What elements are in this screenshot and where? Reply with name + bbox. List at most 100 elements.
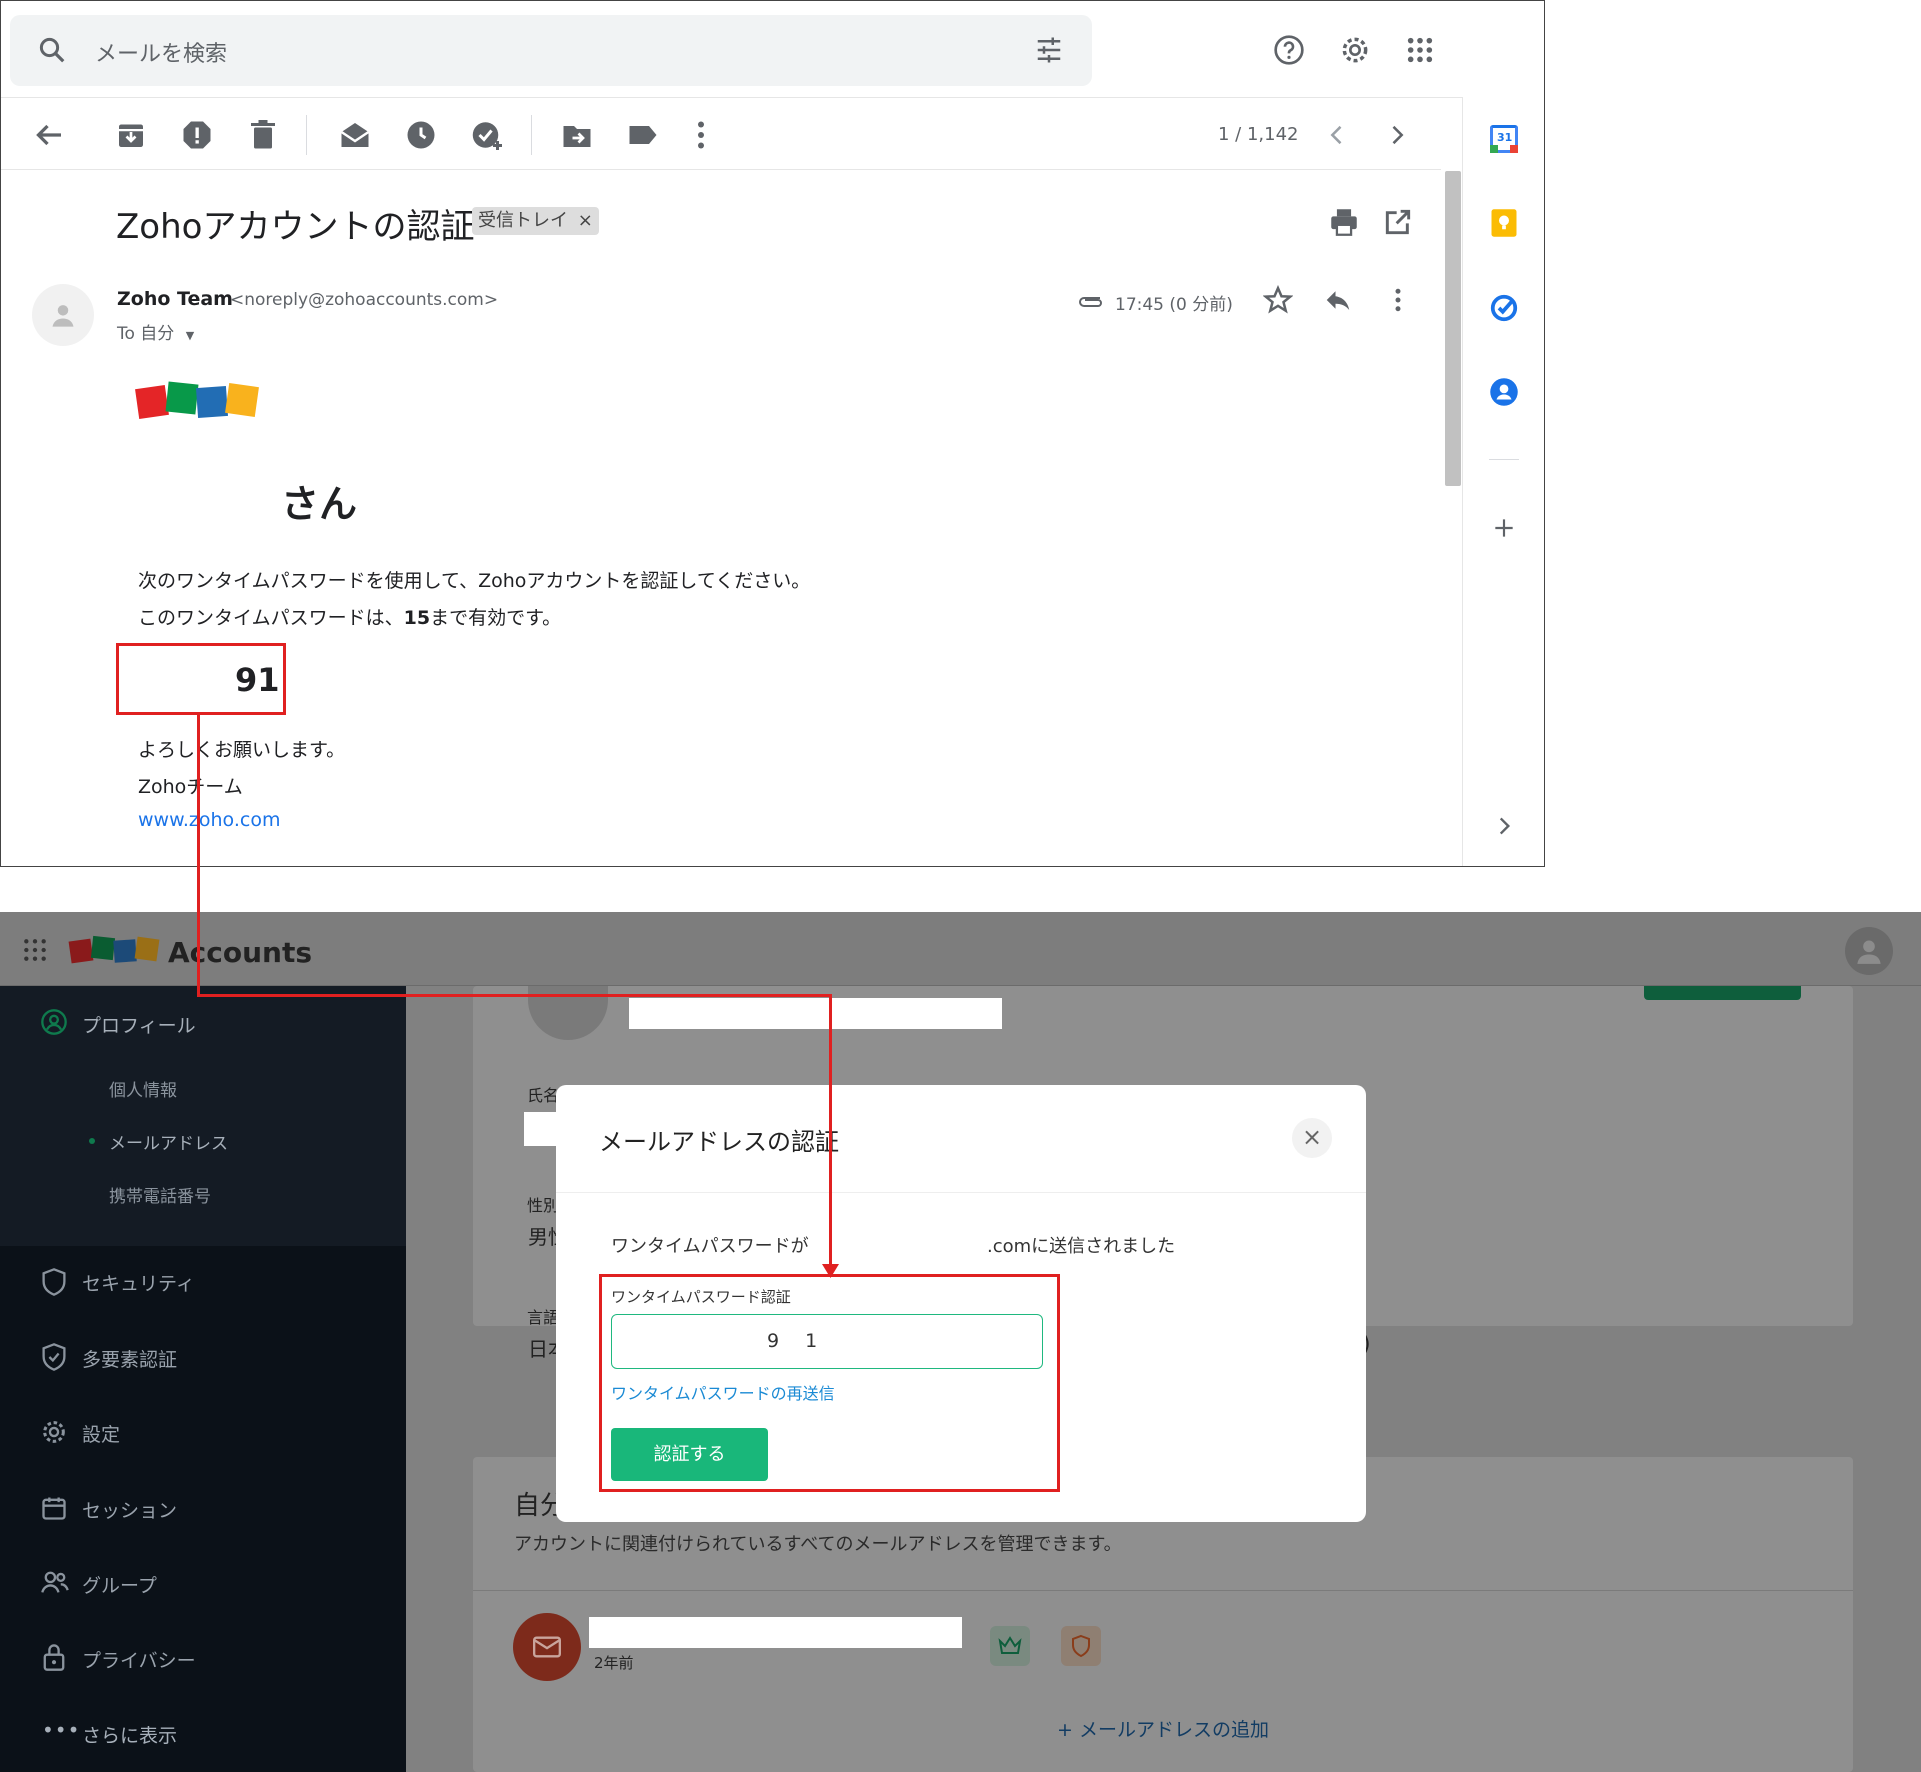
section-divider bbox=[473, 1590, 1853, 1591]
snooze-clock-icon[interactable] bbox=[403, 117, 439, 153]
body-line-1: 次のワンタイムパスワードを使用して、Zohoアカウントを認証してください。 bbox=[138, 570, 811, 592]
sidebar-item-sessions[interactable]: セッション bbox=[82, 1496, 177, 1523]
search-options-icon[interactable] bbox=[1034, 35, 1064, 65]
pagination-count: 1 / 1,142 bbox=[1218, 124, 1299, 145]
more-options-icon[interactable] bbox=[683, 117, 719, 153]
add-addon-plus-icon[interactable] bbox=[1491, 515, 1517, 541]
redacted-email-bar bbox=[589, 1617, 962, 1648]
otp-code: 91 bbox=[235, 661, 280, 699]
toolbar-separator bbox=[306, 115, 307, 155]
back-arrow-icon[interactable] bbox=[31, 117, 67, 153]
mark-unread-icon[interactable] bbox=[337, 117, 373, 153]
sidebar-item-mobile-number[interactable]: 携帯電話番号 bbox=[109, 1182, 211, 1207]
sessions-calendar-icon bbox=[42, 1497, 66, 1520]
newer-chevron-left-icon[interactable] bbox=[1323, 121, 1351, 149]
header-divider bbox=[1, 97, 1462, 98]
redacted-name-bar bbox=[629, 998, 1002, 1029]
remove-label-close-icon[interactable]: × bbox=[578, 210, 593, 231]
sidebar-item-personal-info[interactable]: 個人情報 bbox=[109, 1076, 177, 1101]
profile-icon bbox=[41, 1009, 67, 1035]
zoho-accounts-window: Accounts プロフィール 個人情報 メールアドレス 携帯電話番号 セキュリ… bbox=[0, 912, 1921, 1772]
rail-divider bbox=[1489, 459, 1519, 460]
zoho-logo bbox=[135, 379, 261, 423]
recipient-dropdown-icon[interactable]: ▼ bbox=[186, 329, 194, 342]
help-icon[interactable] bbox=[1273, 34, 1305, 66]
apps-grid-icon[interactable] bbox=[1406, 36, 1434, 64]
add-to-tasks-icon[interactable] bbox=[469, 117, 505, 153]
dialog-message-prefix: ワンタイムパスワードが bbox=[611, 1236, 809, 1257]
privacy-lock-icon bbox=[43, 1644, 65, 1671]
sidebar-item-email-address[interactable]: メールアドレス bbox=[109, 1129, 228, 1154]
print-icon[interactable] bbox=[1327, 205, 1361, 239]
app-name: Accounts bbox=[168, 936, 313, 969]
recipient-line[interactable]: To 自分 ▼ bbox=[117, 319, 194, 344]
sidebar-item-security[interactable]: セキュリティ bbox=[82, 1269, 195, 1296]
label-tag-icon[interactable] bbox=[625, 117, 661, 153]
active-dot bbox=[89, 1138, 95, 1144]
calendar-icon[interactable]: 31 bbox=[1490, 125, 1518, 153]
dialog-title: メールアドレスの認証 bbox=[599, 1128, 839, 1156]
email-avatar bbox=[513, 1613, 581, 1681]
reply-icon[interactable] bbox=[1323, 285, 1353, 315]
section-description: アカウントに関連付けられているすべてのメールアドレスを管理できます。 bbox=[514, 1534, 1122, 1555]
sidebar-item-mfa[interactable]: 多要素認証 bbox=[82, 1345, 177, 1372]
verify-button[interactable]: 認証する bbox=[611, 1428, 768, 1481]
settings-gear-icon[interactable] bbox=[1339, 34, 1371, 66]
received-time: 17:45 (0 分前) bbox=[1115, 295, 1233, 315]
body-line-2-prefix: このワンタイムパスワードは、 bbox=[138, 607, 404, 629]
verified-shield-badge bbox=[1061, 1626, 1101, 1666]
star-icon[interactable] bbox=[1263, 285, 1293, 315]
shield-badge-icon bbox=[1072, 1634, 1090, 1658]
primary-crown-badge bbox=[990, 1626, 1030, 1666]
more-dots-icon: ••• bbox=[42, 1718, 81, 1742]
edit-button-edge[interactable] bbox=[1644, 986, 1801, 1000]
dialog-message-suffix: .comに送信されました bbox=[987, 1236, 1176, 1257]
tasks-icon[interactable] bbox=[1489, 293, 1519, 323]
otp-valid-minutes: 15 bbox=[403, 607, 431, 629]
contacts-icon[interactable] bbox=[1489, 377, 1519, 407]
app-launcher-icon[interactable] bbox=[22, 937, 48, 963]
report-spam-icon[interactable] bbox=[179, 117, 215, 153]
sidebar-item-more[interactable]: さらに表示 bbox=[82, 1721, 177, 1748]
gender-label: 性別 bbox=[527, 1196, 560, 1215]
security-shield-icon bbox=[42, 1268, 66, 1296]
open-in-new-window-icon[interactable] bbox=[1382, 206, 1414, 238]
sidebar-item-settings[interactable]: 設定 bbox=[82, 1420, 120, 1447]
person-placeholder-icon bbox=[52, 305, 74, 327]
zoho-website-link[interactable]: www.zoho.com bbox=[138, 809, 280, 831]
sidebar-item-privacy[interactable]: プライバシー bbox=[82, 1646, 196, 1673]
search-input[interactable]: メールを検索 bbox=[95, 36, 227, 68]
add-email-link[interactable]: + メールアドレスの追加 bbox=[1057, 1715, 1269, 1742]
calendar-day: 31 bbox=[1497, 131, 1513, 144]
move-to-icon[interactable] bbox=[559, 117, 595, 153]
archive-icon[interactable] bbox=[113, 117, 149, 153]
user-avatar-icon bbox=[1857, 940, 1881, 964]
keep-icon[interactable] bbox=[1489, 208, 1519, 238]
attachment-clip-icon bbox=[1079, 297, 1102, 307]
sender-avatar bbox=[32, 284, 94, 346]
connector-line-vertical-2 bbox=[829, 994, 832, 1272]
search-icon[interactable] bbox=[37, 35, 67, 65]
dialog-close-button[interactable]: × bbox=[1292, 1118, 1332, 1158]
settings-gear-icon bbox=[43, 1421, 65, 1443]
resend-otp-link[interactable]: ワンタイムパスワードの再送信 bbox=[611, 1380, 835, 1404]
older-chevron-right-icon[interactable] bbox=[1383, 121, 1411, 149]
toolbar-divider bbox=[1, 169, 1441, 170]
mfa-shield-check-icon bbox=[42, 1343, 66, 1371]
delete-trash-icon[interactable] bbox=[245, 117, 281, 153]
expand-panel-chevron-icon[interactable] bbox=[1491, 813, 1517, 839]
inbox-label-chip: 受信トレイ × bbox=[472, 207, 599, 235]
zoho-accounts-logo bbox=[68, 934, 162, 968]
body-line-2-suffix: まで有効です。 bbox=[430, 607, 562, 629]
email-age: 2年前 bbox=[594, 1654, 634, 1672]
closing-line-2: Zohoチーム bbox=[138, 776, 243, 798]
envelope-icon bbox=[533, 1636, 561, 1658]
scrollbar-thumb[interactable] bbox=[1445, 171, 1461, 486]
user-avatar[interactable] bbox=[1845, 927, 1893, 975]
sidebar-item-groups[interactable]: グループ bbox=[82, 1571, 157, 1598]
sidebar-item-profile[interactable]: プロフィール bbox=[82, 1011, 196, 1038]
message-more-icon[interactable] bbox=[1383, 285, 1413, 315]
language-label: 言語 bbox=[527, 1308, 560, 1327]
recipient-text: To 自分 bbox=[117, 324, 175, 344]
body-line-2: このワンタイムパスワードは、15まで有効です。 bbox=[138, 603, 561, 630]
